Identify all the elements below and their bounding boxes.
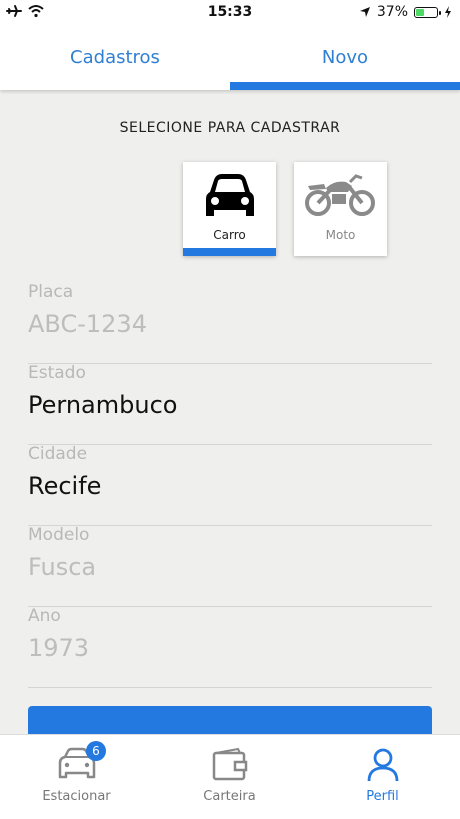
- nav-carteira[interactable]: Carteira: [153, 735, 306, 819]
- cidade-input[interactable]: Recife: [28, 472, 101, 500]
- active-tab-indicator: [230, 82, 460, 90]
- vehicle-type-carro-label: Carro: [213, 228, 246, 242]
- vehicle-type-carro[interactable]: Carro: [183, 162, 276, 256]
- estado-label: Estado: [28, 363, 86, 383]
- bottom-nav: 6 Estacionar Carteira Perfil: [0, 734, 460, 819]
- tab-cadastros[interactable]: Cadastros: [0, 24, 230, 90]
- nav-perfil[interactable]: Perfil: [306, 735, 459, 819]
- status-bar: 15:33 37%: [0, 0, 460, 24]
- tab-cadastros-label: Cadastros: [70, 46, 160, 68]
- ano-field[interactable]: Ano 1973: [28, 606, 432, 688]
- tab-novo[interactable]: Novo: [230, 24, 460, 90]
- status-right: 37%: [359, 4, 452, 20]
- motorcycle-icon: [304, 174, 375, 216]
- select-title: SELECIONE PARA CADASTRAR: [119, 120, 341, 136]
- tab-novo-label: Novo: [321, 46, 369, 68]
- nav-estacionar-label: Estacionar: [42, 789, 111, 804]
- battery-percent: 37%: [376, 4, 408, 20]
- cidade-label: Cidade: [28, 444, 88, 464]
- vehicle-type-moto-label: Moto: [325, 228, 356, 242]
- modelo-input[interactable]: Fusca: [28, 553, 96, 581]
- estado-input[interactable]: Pernambuco: [28, 391, 177, 419]
- location-arrow-icon: [359, 7, 370, 17]
- vehicle-type-moto[interactable]: Moto: [294, 162, 387, 256]
- nav-estacionar[interactable]: 6 Estacionar: [0, 735, 153, 819]
- placa-input[interactable]: ABC-1234: [28, 310, 147, 338]
- cidade-field[interactable]: Cidade Recife: [28, 444, 432, 526]
- modelo-field[interactable]: Modelo Fusca: [28, 525, 432, 607]
- ano-label: Ano: [28, 606, 61, 626]
- ano-input[interactable]: 1973: [28, 634, 89, 662]
- charging-bolt-icon: [445, 6, 451, 18]
- placa-label: Placa: [28, 282, 74, 302]
- wallet-icon: [212, 747, 247, 781]
- nav-perfil-label: Perfil: [366, 789, 399, 804]
- tab-bar: Cadastros Novo: [0, 24, 460, 90]
- battery-icon: [414, 6, 441, 18]
- nav-carteira-label: Carteira: [203, 789, 256, 804]
- car-icon: [205, 174, 254, 216]
- modelo-label: Modelo: [28, 525, 90, 545]
- estado-field[interactable]: Estado Pernambuco: [28, 363, 432, 445]
- placa-field[interactable]: Placa ABC-1234: [28, 282, 432, 364]
- estacionar-badge: 6: [86, 741, 106, 761]
- selected-indicator: [183, 248, 276, 256]
- user-icon: [367, 748, 398, 782]
